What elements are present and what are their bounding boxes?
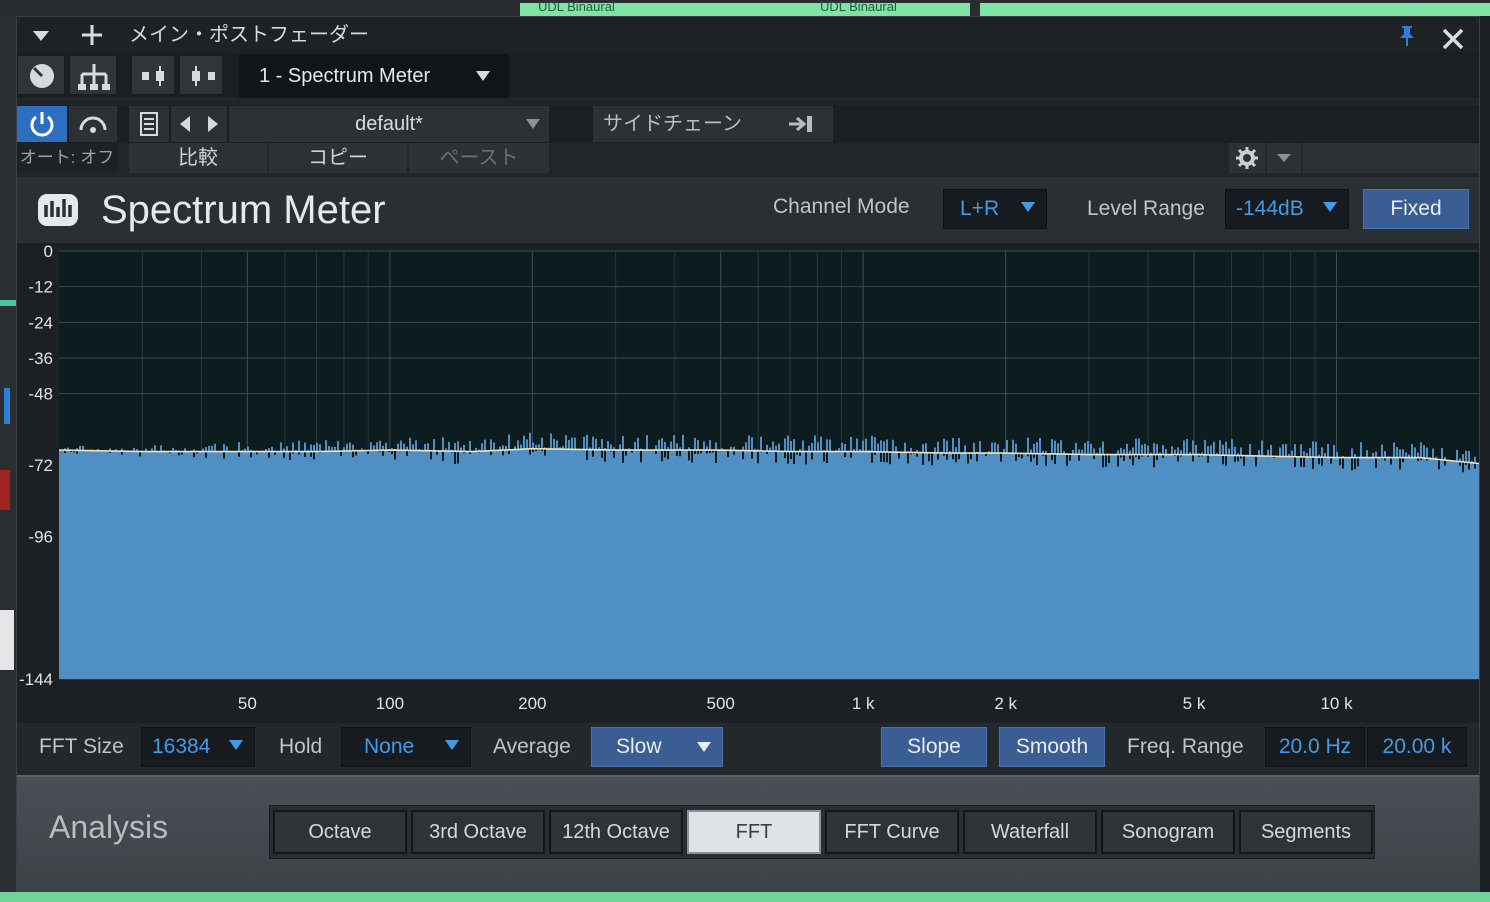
x-tick-label: 1 k	[852, 694, 875, 713]
y-tick-label: -48	[28, 385, 53, 404]
sidechain-button[interactable]: サイドチェーン	[593, 106, 833, 142]
routing-icon[interactable]	[69, 55, 117, 95]
background-clip-label: UDL Binaural	[820, 0, 897, 14]
y-tick-label: -72	[28, 456, 53, 475]
program-select[interactable]: default*	[229, 106, 549, 142]
average-label: Average	[493, 735, 571, 758]
y-tick-label: 0	[44, 243, 53, 261]
x-tick-label: 5 k	[1183, 694, 1206, 713]
chevron-down-icon	[228, 728, 244, 766]
document-icon[interactable]	[129, 106, 169, 142]
hold-value: None	[364, 735, 415, 758]
average-value: Slow	[616, 735, 662, 758]
background-left-marker	[4, 388, 10, 424]
plus-icon[interactable]	[77, 17, 107, 57]
compare-button[interactable]: 比較	[129, 143, 267, 173]
x-tick-label: 500	[707, 694, 735, 713]
automation-icon[interactable]	[69, 106, 117, 142]
toolbar-spacer	[1303, 143, 1479, 173]
mode-octave-button[interactable]: Octave	[273, 810, 407, 854]
fixed-toggle[interactable]: Fixed	[1363, 189, 1469, 229]
plugin-toolbar	[17, 53, 1479, 97]
automation-status: オート: オフ	[17, 143, 117, 173]
y-tick-label: -12	[28, 278, 53, 297]
y-tick-label: -96	[28, 527, 53, 546]
chevron-down-icon	[1322, 190, 1338, 228]
plugin-window: メイン・ポストフェーダー 1 - Spectrum Meter default*…	[16, 16, 1480, 892]
y-tick-label: -144	[19, 670, 53, 689]
x-tick-label: 200	[518, 694, 546, 713]
chevron-down-icon	[475, 54, 491, 98]
background-track-clip: UDL Binaural	[820, 0, 1490, 16]
chevron-down-icon	[444, 728, 460, 766]
chevron-down-icon	[696, 728, 712, 766]
paste-button[interactable]: ペースト	[409, 143, 549, 173]
background-track-clip: UDL Binaural	[520, 0, 970, 16]
fft-size-label: FFT Size	[39, 735, 124, 758]
hold-select[interactable]: None	[341, 727, 471, 767]
previous-preset-icon[interactable]	[171, 106, 199, 142]
hold-label: Hold	[279, 735, 323, 758]
chevron-down-icon[interactable]	[27, 17, 55, 53]
chevron-down-icon	[525, 106, 541, 142]
program-name: default*	[355, 113, 423, 135]
freq-range-label: Freq. Range	[1127, 735, 1244, 758]
mode-12th-octave-button[interactable]: 12th Octave	[549, 810, 683, 854]
chevron-down-icon	[1020, 190, 1036, 228]
spectrum-chart[interactable]: 0 -12 -24 -36 -48 -72 -96 -144 50 100 200 500 1 k 2 k…	[17, 243, 1479, 723]
plugin-title: Spectrum Meter	[101, 188, 386, 232]
mode-fft-curve-button[interactable]: FFT Curve	[825, 810, 959, 854]
freq-min-input[interactable]: 20.0 Hz	[1265, 727, 1365, 767]
mode-fft-button[interactable]: FFT	[687, 810, 821, 854]
fft-size-value: 16384	[152, 735, 211, 758]
channel-mode-value: L+R	[960, 197, 1000, 220]
window-title: メイン・ポストフェーダー	[129, 24, 369, 46]
level-range-label: Level Range	[1087, 197, 1205, 220]
channel-right-icon[interactable]	[179, 55, 223, 95]
presonus-logo-icon	[37, 193, 79, 227]
x-tick-label: 10 k	[1320, 694, 1353, 713]
slope-toggle[interactable]: Slope	[881, 727, 987, 767]
channel-mode-select[interactable]: L+R	[943, 189, 1047, 229]
channel-left-icon[interactable]	[131, 55, 175, 95]
y-tick-label: -24	[28, 313, 53, 332]
background-bottom-strip	[0, 892, 1490, 902]
background-left-marker	[0, 300, 16, 306]
pin-icon[interactable]	[1399, 25, 1414, 46]
copy-button[interactable]: コピー	[269, 143, 407, 173]
smooth-toggle[interactable]: Smooth	[999, 727, 1105, 767]
chevron-down-icon[interactable]	[1267, 143, 1301, 173]
background-clip-label: UDL Binaural	[538, 0, 615, 14]
mode-sonogram-button[interactable]: Sonogram	[1101, 810, 1235, 854]
mode-segments-button[interactable]: Segments	[1239, 810, 1373, 854]
x-tick-label: 2 k	[994, 694, 1017, 713]
average-select[interactable]: Slow	[591, 727, 723, 767]
spectrum-area	[59, 448, 1479, 679]
level-range-select[interactable]: -144dB	[1225, 189, 1349, 229]
sidechain-label: サイドチェーン	[603, 113, 742, 135]
next-preset-icon[interactable]	[199, 106, 227, 142]
mode-waterfall-button[interactable]: Waterfall	[963, 810, 1097, 854]
preset-select[interactable]: 1 - Spectrum Meter	[239, 54, 509, 98]
x-tick-label: 100	[376, 694, 404, 713]
sidechain-arrow-icon	[787, 106, 815, 146]
analysis-label: Analysis	[49, 809, 169, 845]
background-left-strip	[0, 16, 16, 892]
bypass-knob-button[interactable]	[17, 55, 65, 95]
y-tick-label: -36	[28, 349, 53, 368]
background-left-marker	[0, 470, 10, 510]
power-button[interactable]	[17, 106, 67, 142]
fft-size-select[interactable]: 16384	[141, 727, 255, 767]
x-tick-label: 50	[238, 694, 257, 713]
gear-icon[interactable]	[1229, 143, 1265, 173]
level-range-value: -144dB	[1236, 197, 1304, 220]
preset-name: 1 - Spectrum Meter	[259, 65, 431, 87]
freq-max-input[interactable]: 20.00 k	[1367, 727, 1467, 767]
close-icon[interactable]	[1441, 21, 1465, 56]
background-left-fader	[0, 610, 14, 670]
mode-3rd-octave-button[interactable]: 3rd Octave	[411, 810, 545, 854]
channel-mode-label: Channel Mode	[773, 195, 910, 218]
